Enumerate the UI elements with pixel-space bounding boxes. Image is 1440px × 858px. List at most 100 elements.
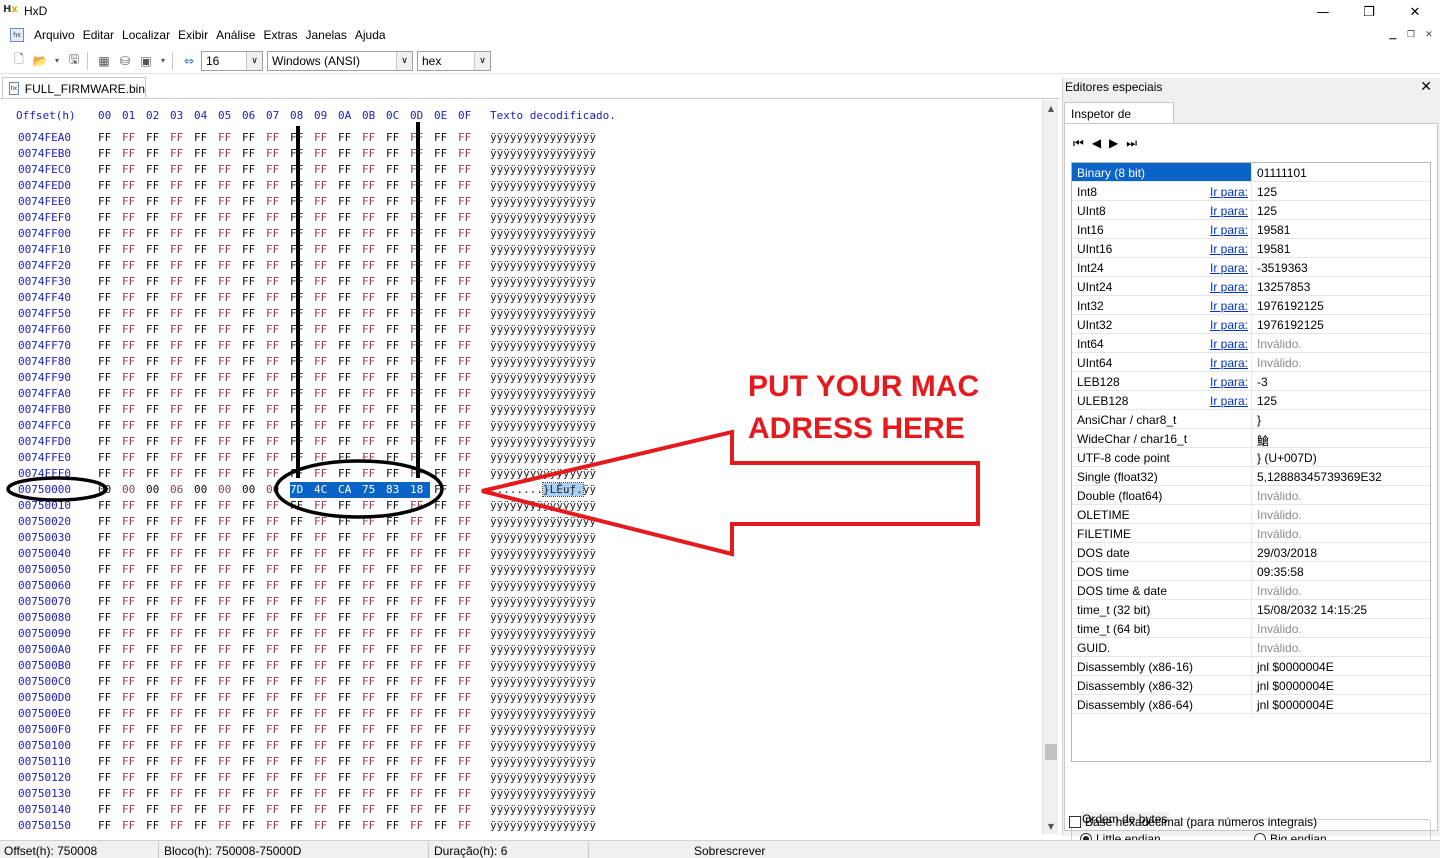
- hex-byte[interactable]: FF: [362, 786, 380, 802]
- hex-row[interactable]: 00750040 FF FF FF FF FF FF FF FF FF FF FF FF FF FF FF FF…: [0, 546, 1042, 562]
- hex-byte[interactable]: FF: [434, 450, 452, 466]
- hex-byte[interactable]: FF: [458, 626, 476, 642]
- hex-byte[interactable]: FF: [338, 306, 356, 322]
- hex-byte[interactable]: FF: [98, 514, 116, 530]
- hex-byte[interactable]: FF: [290, 786, 308, 802]
- hex-byte[interactable]: FF: [434, 738, 452, 754]
- hex-byte[interactable]: FF: [314, 242, 332, 258]
- hex-byte[interactable]: FF: [170, 578, 188, 594]
- hex-byte[interactable]: FF: [194, 722, 212, 738]
- hex-byte[interactable]: FF: [434, 258, 452, 274]
- hex-byte[interactable]: FF: [242, 546, 260, 562]
- hex-byte[interactable]: FF: [98, 306, 116, 322]
- hex-byte[interactable]: FF: [434, 210, 452, 226]
- hex-byte[interactable]: FF: [290, 210, 308, 226]
- hex-byte[interactable]: FF: [218, 658, 236, 674]
- hex-byte[interactable]: FF: [98, 370, 116, 386]
- hex-byte[interactable]: FF: [290, 578, 308, 594]
- hex-byte[interactable]: FF: [218, 466, 236, 482]
- hex-byte[interactable]: FF: [458, 418, 476, 434]
- hex-byte[interactable]: FF: [170, 770, 188, 786]
- hex-byte[interactable]: FF: [146, 338, 164, 354]
- hex-byte[interactable]: FF: [362, 306, 380, 322]
- hex-byte[interactable]: FF: [98, 706, 116, 722]
- hex-byte[interactable]: FF: [314, 786, 332, 802]
- hex-byte[interactable]: FF: [170, 722, 188, 738]
- inspector-row[interactable]: Int24 Ir para: -3519363: [1072, 258, 1430, 279]
- hex-byte[interactable]: FF: [242, 338, 260, 354]
- hex-byte[interactable]: FF: [290, 674, 308, 690]
- hex-byte[interactable]: FF: [386, 386, 404, 402]
- hex-row-text[interactable]: ÿÿÿÿÿÿÿÿÿÿÿÿÿÿÿÿ: [490, 546, 596, 562]
- hex-row[interactable]: 007500C0 FF FF FF FF FF FF FF FF FF FF FF FF FF FF FF FF…: [0, 674, 1042, 690]
- document-icon[interactable]: hx: [10, 28, 24, 42]
- hex-byte[interactable]: FF: [266, 418, 284, 434]
- close-button[interactable]: ✕: [1392, 0, 1438, 24]
- hex-byte[interactable]: FF: [386, 194, 404, 210]
- hex-byte[interactable]: FF: [410, 754, 428, 770]
- hex-byte[interactable]: FF: [170, 466, 188, 482]
- hex-row-text[interactable]: ÿÿÿÿÿÿÿÿÿÿÿÿÿÿÿÿ: [490, 434, 596, 450]
- hex-byte[interactable]: FF: [434, 242, 452, 258]
- hex-byte[interactable]: FF: [386, 306, 404, 322]
- hex-byte[interactable]: FF: [386, 578, 404, 594]
- hex-byte[interactable]: FF: [434, 530, 452, 546]
- hex-byte[interactable]: FF: [194, 530, 212, 546]
- goto-link[interactable]: Ir para:: [1210, 318, 1248, 332]
- hex-row-text[interactable]: ÿÿÿÿÿÿÿÿÿÿÿÿÿÿÿÿ: [490, 818, 596, 834]
- hex-byte[interactable]: FF: [458, 594, 476, 610]
- charset-select[interactable]: Windows (ANSI) ∨: [267, 50, 413, 71]
- hex-byte[interactable]: FF: [362, 194, 380, 210]
- hex-byte[interactable]: FF: [194, 130, 212, 146]
- hex-byte[interactable]: FF: [362, 210, 380, 226]
- hex-byte[interactable]: FF: [386, 514, 404, 530]
- hex-byte[interactable]: FF: [458, 370, 476, 386]
- hex-byte[interactable]: FF: [170, 194, 188, 210]
- hex-byte[interactable]: FF: [266, 194, 284, 210]
- hex-byte[interactable]: FF: [314, 226, 332, 242]
- hex-byte[interactable]: FF: [194, 706, 212, 722]
- hex-byte[interactable]: FF: [314, 498, 332, 514]
- hex-byte[interactable]: FF: [362, 338, 380, 354]
- hex-row-text[interactable]: ÿÿÿÿÿÿÿÿÿÿÿÿÿÿÿÿ: [490, 642, 596, 658]
- hex-byte[interactable]: FF: [410, 418, 428, 434]
- hex-byte[interactable]: FF: [170, 434, 188, 450]
- hex-byte[interactable]: FF: [266, 546, 284, 562]
- hex-byte[interactable]: FF: [218, 450, 236, 466]
- hex-byte[interactable]: FF: [266, 706, 284, 722]
- hex-byte[interactable]: FF: [194, 562, 212, 578]
- ram-dropdown-icon[interactable]: ▾: [158, 52, 168, 70]
- hex-byte[interactable]: FF: [338, 354, 356, 370]
- hex-byte[interactable]: FF: [194, 258, 212, 274]
- hex-byte[interactable]: FF: [410, 130, 428, 146]
- hex-byte[interactable]: FF: [170, 706, 188, 722]
- hex-byte[interactable]: FF: [122, 610, 140, 626]
- hex-byte[interactable]: FF: [410, 642, 428, 658]
- inspector-row[interactable]: ULEB128 Ir para: 125: [1072, 391, 1430, 412]
- hex-byte[interactable]: FF: [170, 514, 188, 530]
- hex-byte[interactable]: FF: [290, 434, 308, 450]
- hex-byte[interactable]: FF: [122, 466, 140, 482]
- hex-byte[interactable]: FF: [266, 354, 284, 370]
- hex-row-text[interactable]: ÿÿÿÿÿÿÿÿÿÿÿÿÿÿÿÿ: [490, 658, 596, 674]
- hex-byte[interactable]: FF: [242, 514, 260, 530]
- hex-byte[interactable]: FF: [218, 738, 236, 754]
- hex-byte[interactable]: FF: [266, 690, 284, 706]
- hex-byte[interactable]: FF: [170, 610, 188, 626]
- hex-byte[interactable]: FF: [218, 322, 236, 338]
- hex-byte[interactable]: FF: [386, 674, 404, 690]
- hex-byte[interactable]: FF: [290, 402, 308, 418]
- hex-byte[interactable]: FF: [242, 802, 260, 818]
- hex-row-text[interactable]: ÿÿÿÿÿÿÿÿÿÿÿÿÿÿÿÿ: [490, 290, 596, 306]
- hex-byte[interactable]: FF: [338, 290, 356, 306]
- hex-byte[interactable]: FF: [434, 322, 452, 338]
- hex-byte[interactable]: FF: [98, 466, 116, 482]
- hex-byte[interactable]: FF: [242, 178, 260, 194]
- goto-link[interactable]: Ir para:: [1210, 337, 1248, 351]
- hex-byte[interactable]: FF: [362, 546, 380, 562]
- open-ram-icon[interactable]: ▣: [137, 52, 155, 70]
- hex-byte[interactable]: FF: [362, 434, 380, 450]
- hex-byte[interactable]: FF: [218, 258, 236, 274]
- hex-byte[interactable]: FF: [170, 146, 188, 162]
- hex-byte[interactable]: FF: [434, 562, 452, 578]
